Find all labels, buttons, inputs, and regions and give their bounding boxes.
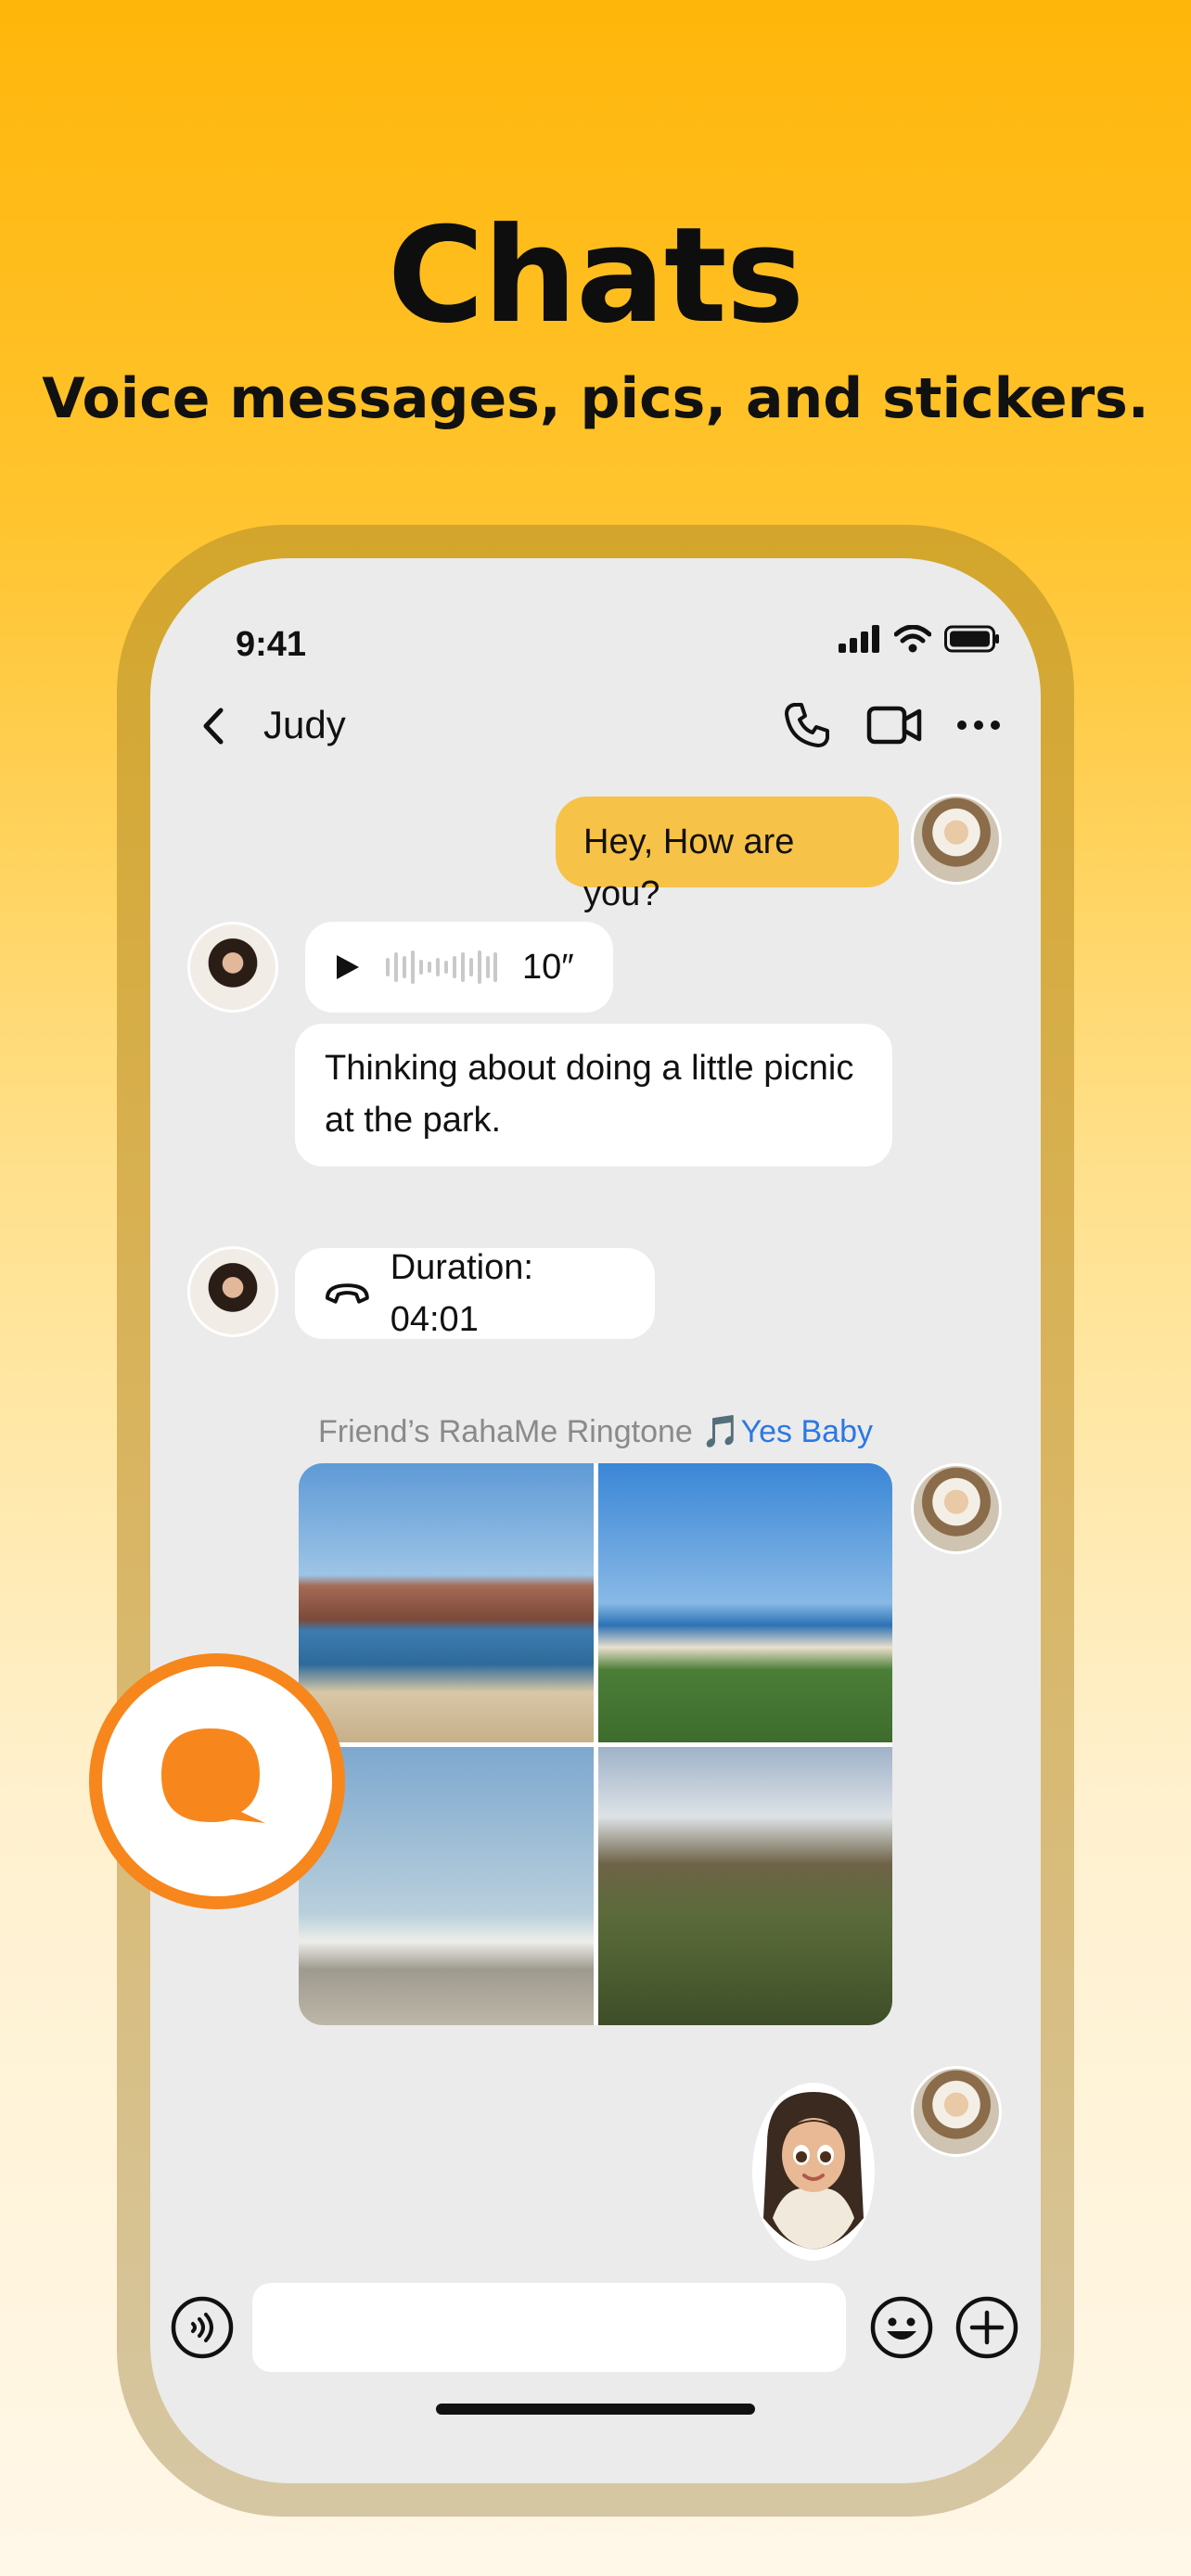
call-record[interactable]: Duration: 04:01	[295, 1248, 655, 1339]
hero-title: Chats	[387, 199, 805, 352]
more-icon[interactable]	[955, 719, 1002, 732]
message-text: Hey, How are you?	[583, 823, 795, 913]
voice-duration: 10″	[522, 948, 574, 987]
home-indicator	[436, 2404, 755, 2415]
hang-up-icon	[325, 1283, 369, 1304]
avatar-sticker[interactable]	[749, 2079, 878, 2264]
message-text-line: at the park.	[325, 1101, 502, 1140]
chat-bubble-icon	[161, 1728, 265, 1823]
waveform-icon	[386, 950, 497, 984]
system-notice: Friend’s RahaMe Ringtone 🎵Yes Baby	[150, 1413, 1041, 1450]
my-avatar[interactable]	[911, 2066, 1002, 2157]
contact-avatar[interactable]	[187, 922, 278, 1013]
chevron-left-icon[interactable]	[191, 703, 237, 749]
photo-mountains[interactable]	[597, 1746, 892, 2025]
status-icons	[839, 625, 1000, 653]
photo-beach-cliffs[interactable]	[299, 1463, 594, 1742]
battery-icon	[944, 625, 999, 653]
voice-message[interactable]: 10″	[305, 922, 613, 1013]
message-text-line: Thinking about doing a little picnic	[325, 1049, 854, 1088]
chat-header: Judy	[150, 679, 1041, 772]
wifi-icon	[894, 625, 931, 653]
message-composer	[150, 2264, 1041, 2385]
call-duration: Duration: 04:01	[390, 1248, 533, 1339]
voice-mode-icon[interactable]	[171, 2296, 234, 2359]
play-icon[interactable]	[333, 953, 361, 981]
chat-screen: 9:41 Judy Hey, How are you? 10″ Thinking…	[150, 558, 1041, 2483]
contact-name[interactable]: Judy	[263, 703, 346, 747]
hero-subtitle: Voice messages, pics, and stickers.	[42, 366, 1149, 431]
my-avatar[interactable]	[911, 794, 1002, 885]
contact-avatar[interactable]	[187, 1246, 278, 1337]
signal-icon	[839, 625, 879, 653]
photo-gallery[interactable]	[299, 1463, 892, 2025]
emoji-icon[interactable]	[870, 2296, 933, 2359]
photo-beach-canopy[interactable]	[597, 1463, 892, 1742]
header-actions	[781, 699, 1002, 751]
my-avatar[interactable]	[911, 1463, 1002, 1554]
ringtone-text: Friend’s RahaMe Ringtone 🎵	[317, 1414, 741, 1449]
outgoing-message[interactable]: Hey, How are you?	[556, 797, 899, 913]
video-call-icon[interactable]	[866, 703, 922, 747]
status-time: 9:41	[236, 625, 307, 664]
message-input[interactable]	[252, 2283, 846, 2372]
incoming-message[interactable]: Thinking about doing a little picnic at …	[295, 1024, 892, 1167]
phone-frame: 9:41 Judy Hey, How are you? 10″ Thinking…	[117, 525, 1074, 2517]
ringtone-link[interactable]: Yes Baby	[741, 1414, 873, 1449]
phone-icon[interactable]	[781, 699, 833, 751]
plus-circle-icon[interactable]	[955, 2296, 1018, 2359]
